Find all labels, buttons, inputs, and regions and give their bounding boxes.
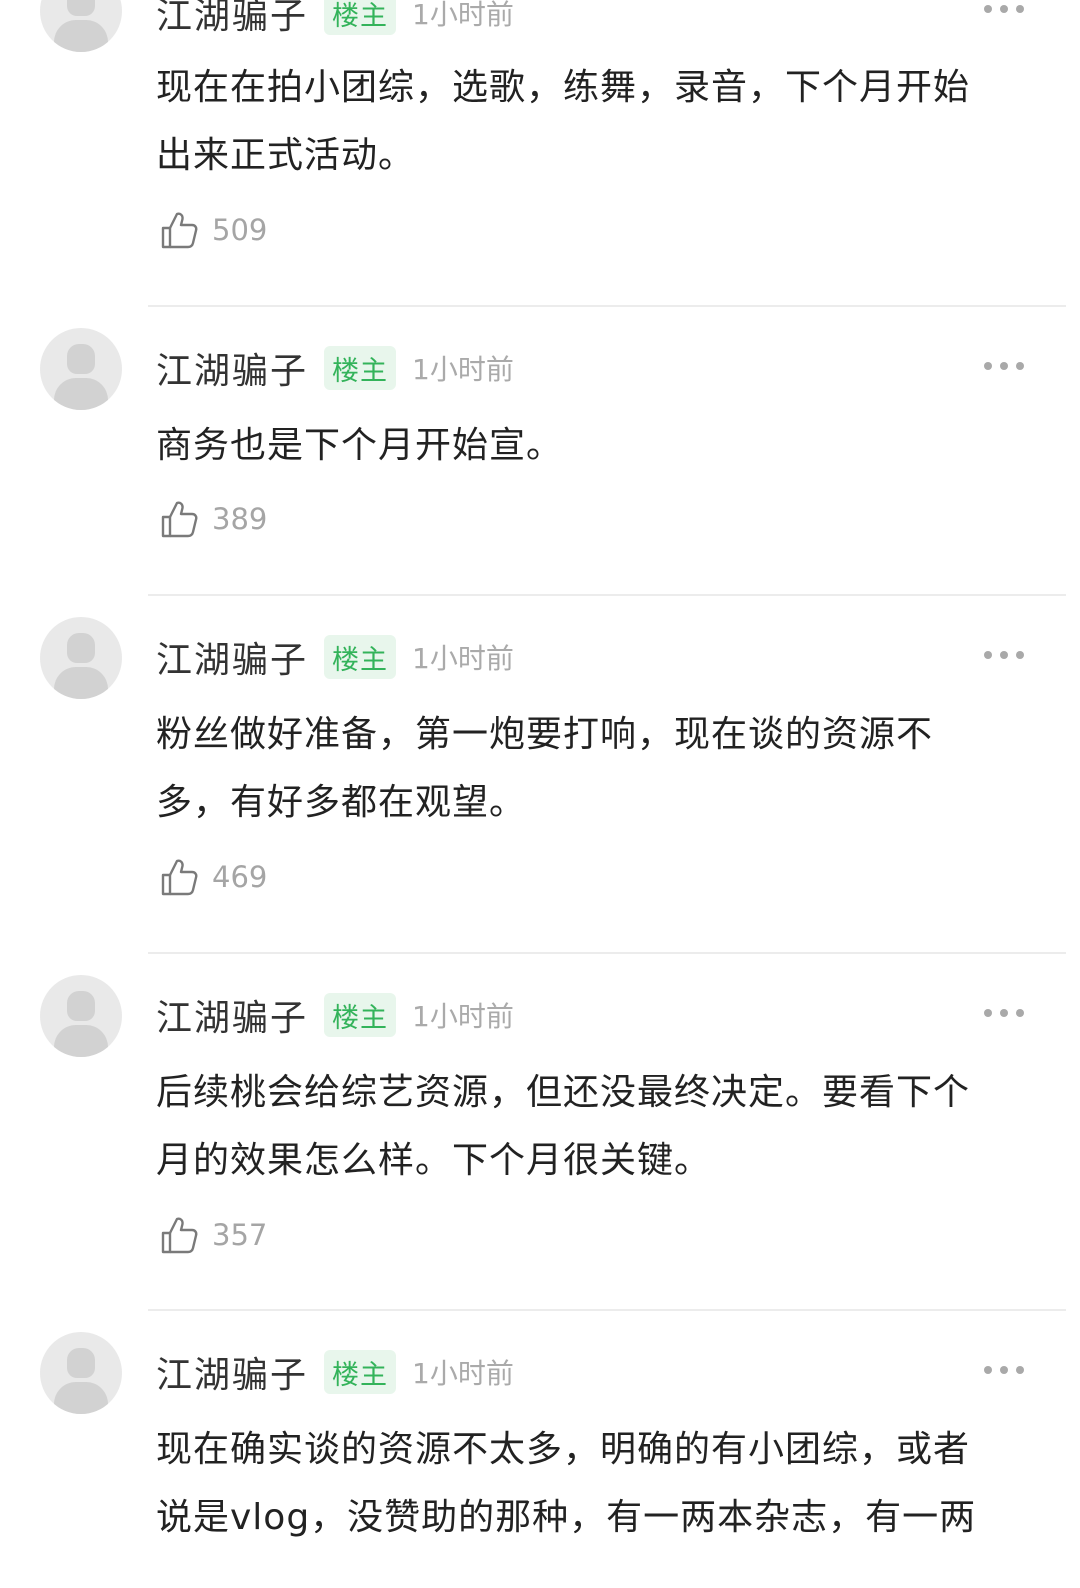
op-badge: 楼主 — [324, 0, 397, 35]
more-options-icon[interactable] — [984, 1366, 1024, 1376]
comment-line: 粉丝做好准备，第一炮要打响，现在谈的资源不 — [156, 714, 934, 755]
op-badge: 楼主 — [324, 635, 397, 679]
timestamp: 1小时前 — [412, 1000, 514, 1033]
divider — [148, 594, 1066, 596]
like-count: 357 — [212, 1218, 268, 1252]
like-button[interactable]: 509 — [158, 208, 267, 252]
username[interactable]: 江湖骗子 — [156, 989, 308, 1041]
comment-thread: 江湖骗子 楼主 1小时前 现在在拍小团综，选歌，练舞，录音，下个月开始 出来正式… — [0, 0, 1080, 1588]
username[interactable]: 江湖骗子 — [156, 1346, 308, 1398]
op-badge: 楼主 — [324, 1350, 397, 1394]
more-options-icon[interactable] — [984, 1009, 1024, 1019]
timestamp: 1小时前 — [412, 642, 514, 675]
divider — [148, 305, 1066, 307]
thumbs-up-icon — [161, 859, 198, 896]
like-count: 509 — [212, 213, 268, 247]
timestamp: 1小时前 — [412, 0, 514, 31]
thumbs-up-icon — [161, 501, 198, 538]
more-options-icon[interactable] — [984, 651, 1024, 661]
op-badge: 楼主 — [324, 346, 397, 390]
divider — [148, 952, 1066, 954]
comment-line: 出来正式活动。 — [156, 135, 416, 176]
thumbs-up-icon — [161, 212, 198, 249]
comment-line: 月的效果怎么样。下个月很关键。 — [156, 1140, 712, 1181]
op-badge: 楼主 — [324, 993, 397, 1037]
username[interactable]: 江湖骗子 — [156, 0, 308, 39]
comment-line: 现在确实谈的资源不太多，明确的有小团综，或者 — [156, 1429, 971, 1470]
like-button[interactable]: 389 — [158, 497, 267, 541]
comment-text: 后续桃会给综艺资源，但还没最终决定。要看下个 月的效果怎么样。下个月很关键。 — [156, 1059, 1046, 1195]
avatar[interactable] — [40, 328, 122, 410]
thumbs-up-icon — [161, 1217, 198, 1254]
comment-line: 商务也是下个月开始宣。 — [156, 425, 564, 466]
comment-text: 商务也是下个月开始宣。 — [156, 412, 1046, 480]
like-button[interactable]: 357 — [158, 1213, 267, 1257]
divider — [148, 1309, 1066, 1311]
avatar[interactable] — [40, 0, 122, 52]
like-count: 469 — [212, 860, 268, 894]
comment-line: 多，有好多都在观望。 — [156, 782, 527, 823]
avatar[interactable] — [40, 1332, 122, 1414]
comment-line: 说是vlog，没赞助的那种，有一两本杂志，有一两 — [156, 1497, 977, 1538]
avatar[interactable] — [40, 975, 122, 1057]
comment-text: 现在在拍小团综，选歌，练舞，录音，下个月开始 出来正式活动。 — [156, 54, 1046, 190]
comment-text: 现在确实谈的资源不太多，明确的有小团综，或者 说是vlog，没赞助的那种，有一两… — [156, 1416, 1046, 1552]
username[interactable]: 江湖骗子 — [156, 631, 308, 683]
more-options-icon[interactable] — [984, 5, 1024, 15]
comment-line: 后续桃会给综艺资源，但还没最终决定。要看下个 — [156, 1072, 971, 1113]
more-options-icon[interactable] — [984, 362, 1024, 372]
username[interactable]: 江湖骗子 — [156, 342, 308, 394]
comment-text: 粉丝做好准备，第一炮要打响，现在谈的资源不 多，有好多都在观望。 — [156, 701, 1046, 837]
like-button[interactable]: 469 — [158, 855, 267, 899]
timestamp: 1小时前 — [412, 353, 514, 386]
avatar[interactable] — [40, 617, 122, 699]
timestamp: 1小时前 — [412, 1357, 514, 1390]
like-count: 389 — [212, 502, 268, 536]
comment-line: 现在在拍小团综，选歌，练舞，录音，下个月开始 — [156, 67, 971, 108]
